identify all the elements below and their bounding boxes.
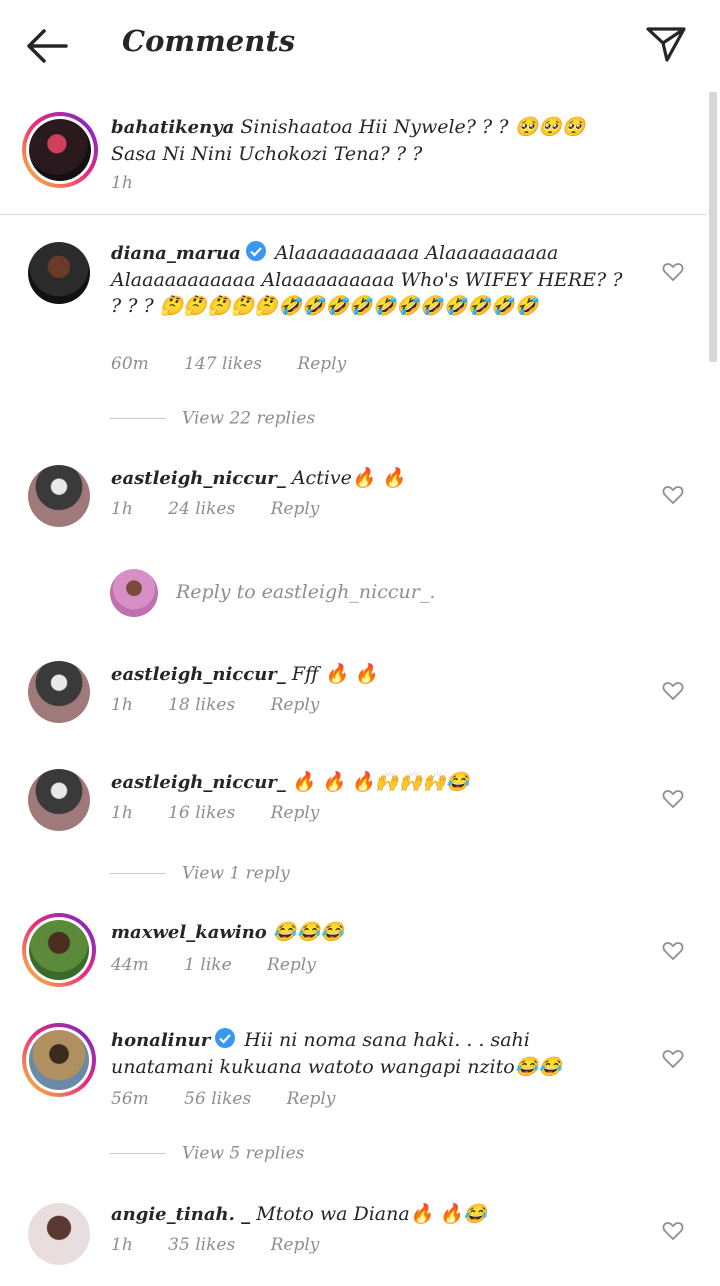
reply-button[interactable]: Reply — [271, 695, 320, 715]
comment-text: 🔥 🔥 🔥🙌🙌🙌😂 — [291, 771, 470, 793]
header-bar: Comments — [0, 0, 720, 90]
comment-time: 60m — [111, 354, 149, 374]
comment-time: 1h — [111, 1235, 133, 1255]
comment-username[interactable]: honalinur — [111, 1030, 210, 1051]
paper-plane-icon[interactable] — [645, 24, 687, 64]
avatar[interactable] — [22, 1023, 96, 1097]
comment-username[interactable]: angie_tinah. _ — [111, 1204, 250, 1225]
verified-badge-icon — [245, 241, 266, 261]
like-count[interactable]: 24 likes — [168, 499, 235, 519]
heart-icon[interactable] — [662, 681, 684, 701]
comment-text: Mtoto wa Diana🔥 🔥😂 — [256, 1203, 487, 1225]
view-replies-button[interactable]: View 5 replies — [110, 1143, 304, 1164]
like-count[interactable]: 56 likes — [184, 1089, 251, 1109]
comment-username[interactable]: eastleigh_niccur_ — [111, 664, 286, 685]
comment-username[interactable]: diana_marua — [111, 243, 241, 264]
reply-button[interactable]: Reply — [267, 955, 316, 975]
avatar[interactable] — [28, 465, 90, 527]
avatar[interactable] — [28, 1203, 90, 1265]
divider — [0, 214, 706, 215]
comment-time: 1h — [111, 803, 133, 823]
heart-icon[interactable] — [662, 789, 684, 809]
comment-username[interactable]: maxwel_kawino — [111, 922, 267, 943]
avatar — [110, 569, 158, 617]
avatar[interactable] — [22, 112, 98, 188]
like-count[interactable]: 16 likes — [168, 803, 235, 823]
comment-text: Active🔥 🔥 — [291, 467, 406, 489]
avatar[interactable] — [22, 913, 96, 987]
comment-time: 1h — [111, 499, 133, 519]
comment-text: 😂😂😂 — [272, 921, 344, 943]
like-count[interactable]: 35 likes — [168, 1235, 235, 1255]
reply-button[interactable]: Reply — [271, 1235, 320, 1255]
comment-username[interactable]: eastleigh_niccur_ — [111, 772, 286, 793]
comment-text: Fff 🔥 🔥 — [291, 663, 378, 685]
like-count[interactable]: 147 likes — [184, 354, 262, 374]
comment-time: 56m — [111, 1089, 149, 1109]
avatar[interactable] — [28, 242, 90, 304]
view-replies-button[interactable]: View 22 replies — [110, 408, 315, 429]
comment-username[interactable]: eastleigh_niccur_ — [111, 468, 286, 489]
heart-icon[interactable] — [662, 1221, 684, 1241]
caption-username[interactable]: bahatikenya — [111, 117, 234, 138]
view-replies-button[interactable]: View 1 reply — [110, 863, 290, 884]
heart-icon[interactable] — [662, 485, 684, 505]
avatar[interactable] — [28, 769, 90, 831]
reply-button[interactable]: Reply — [287, 1089, 336, 1109]
reply-button[interactable]: Reply — [271, 499, 320, 519]
back-arrow-icon[interactable] — [26, 28, 68, 64]
page-title: Comments — [122, 24, 296, 58]
comment-time: 44m — [111, 955, 149, 975]
comment-time: 1h — [111, 695, 133, 715]
reply-button[interactable]: Reply — [297, 354, 346, 374]
heart-icon[interactable] — [662, 941, 684, 961]
heart-icon[interactable] — [662, 1049, 684, 1069]
avatar[interactable] — [28, 661, 90, 723]
reply-input[interactable]: Reply to eastleigh_niccur_. — [110, 567, 670, 619]
like-count[interactable]: 1 like — [184, 955, 231, 975]
caption-time: 1h — [111, 173, 133, 193]
verified-badge-icon — [215, 1028, 236, 1048]
post-caption: bahatikenya Sinishaatoa Hii Nywele? ? ? … — [0, 92, 720, 214]
heart-icon[interactable] — [662, 262, 684, 282]
scrollbar[interactable] — [709, 92, 717, 362]
like-count[interactable]: 18 likes — [168, 695, 235, 715]
reply-button[interactable]: Reply — [271, 803, 320, 823]
reply-placeholder: Reply to eastleigh_niccur_. — [176, 581, 436, 603]
